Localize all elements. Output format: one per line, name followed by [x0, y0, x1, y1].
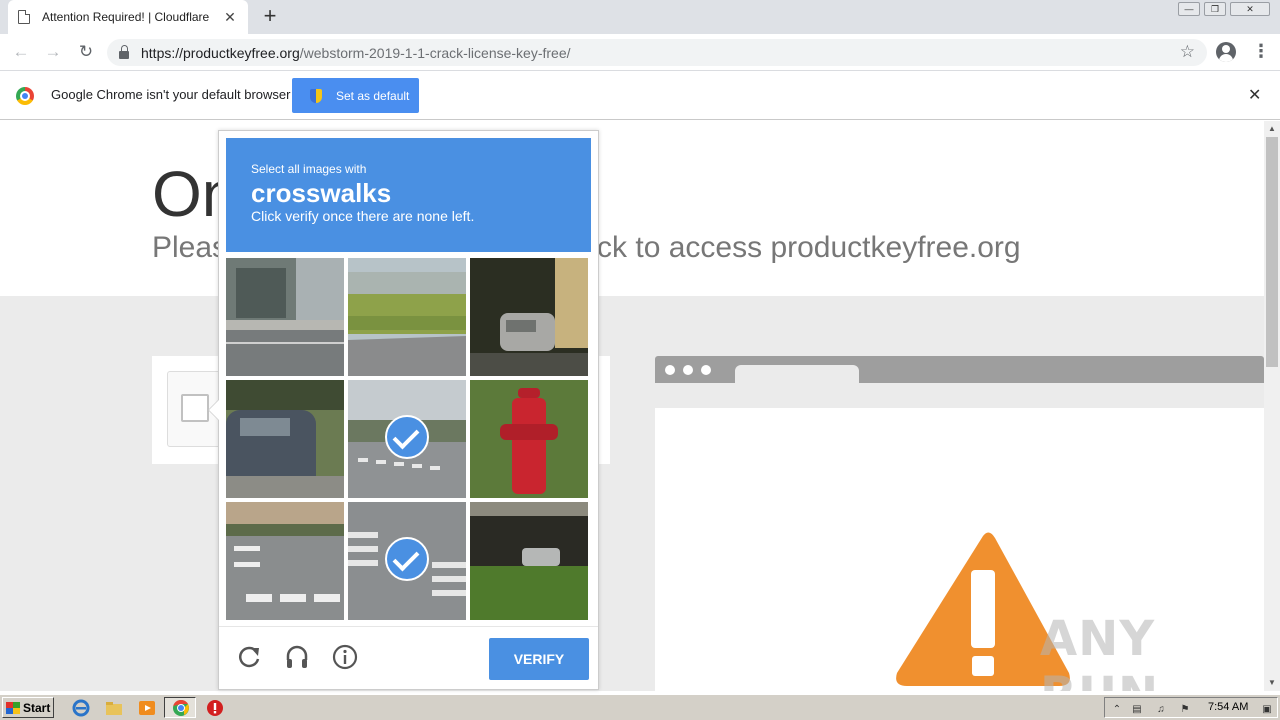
network-icon[interactable]: ▤ [1131, 704, 1143, 716]
minimize-button[interactable]: — [1178, 2, 1200, 16]
subline-left: Pleas [152, 231, 228, 264]
url-host: https://productkeyfree.org [141, 44, 300, 61]
illustration-tab [735, 365, 859, 383]
tab-title: Attention Required! | Cloudflare [42, 10, 210, 24]
window-controls: — ❐ ✕ [1178, 2, 1270, 16]
challenge-footer: VERIFY [219, 626, 598, 689]
windows-taskbar: Start ⌃ ▤ ♫ ⚑ ▣ 7:54 AM [0, 694, 1280, 720]
volume-icon[interactable]: ♫ [1155, 704, 1167, 716]
bookmark-star-icon[interactable]: ☆ [1180, 42, 1195, 62]
stop-sign-icon[interactable] [206, 699, 224, 717]
illustration-dot [665, 365, 675, 375]
forward-arrow-icon[interactable]: → [43, 42, 63, 62]
scroll-up-icon[interactable]: ▲ [1264, 121, 1280, 137]
reload-challenge-icon[interactable] [236, 644, 262, 670]
media-player-icon[interactable] [138, 699, 156, 717]
menu-dots-icon[interactable]: ⋮ [1252, 42, 1270, 62]
show-desktop-icon[interactable]: ▣ [1261, 704, 1273, 716]
windows-logo-icon [6, 701, 20, 714]
scroll-thumb[interactable] [1266, 137, 1278, 367]
tab-close-icon[interactable]: ✕ [222, 9, 238, 26]
tray-expand-icon[interactable]: ⌃ [1111, 704, 1123, 716]
address-bar[interactable]: https://productkeyfree.org/webstorm-2019… [107, 39, 1207, 66]
audio-challenge-icon[interactable] [284, 644, 310, 670]
folder-icon[interactable] [105, 699, 123, 717]
set-as-default-button[interactable]: Set as default [292, 78, 419, 113]
challenge-target: crosswalks [251, 178, 392, 208]
subline-right: ck to access productkeyfree.org [597, 231, 1021, 264]
browser-toolbar: ← → ↻ https://productkeyfree.org/webstor… [0, 34, 1280, 71]
anyrun-watermark: ANY RUN [1040, 611, 1158, 691]
dark-car-image [226, 380, 344, 498]
verify-button[interactable]: VERIFY [489, 638, 589, 680]
default-browser-infobar: Google Chrome isn't your default browser… [0, 72, 1280, 120]
storefront-car-image [470, 502, 588, 620]
street-building-image [226, 258, 344, 376]
crosswalk-corner-image [226, 502, 344, 620]
page-scrollbar[interactable]: ▲ ▼ [1264, 121, 1280, 691]
illustration-dot [701, 365, 711, 375]
parked-car-image [470, 258, 588, 376]
image-tile-4[interactable] [226, 380, 344, 498]
url-text[interactable]: https://productkeyfree.org/webstorm-2019… [141, 45, 571, 61]
url-path: /webstorm-2019-1-1-crack-license-key-fre… [299, 44, 571, 61]
new-tab-button[interactable]: + [260, 5, 280, 27]
infobar-message: Google Chrome isn't your default browser [51, 87, 291, 102]
captcha-checkbox[interactable] [181, 394, 209, 422]
browser-tab[interactable]: Attention Required! | Cloudflare ✕ [8, 0, 248, 34]
start-button[interactable]: Start [2, 697, 54, 718]
image-tile-8[interactable] [348, 502, 466, 620]
image-tile-9[interactable] [470, 502, 588, 620]
chrome-taskbar-icon [173, 699, 189, 716]
infobar-close-icon[interactable]: ✕ [1248, 85, 1261, 105]
chrome-logo-icon [16, 87, 34, 105]
page-content: On Pleas ck to access productkeyfree.org … [0, 121, 1264, 691]
info-icon[interactable] [332, 644, 358, 670]
image-tile-3[interactable] [470, 258, 588, 376]
lock-icon [119, 44, 129, 59]
image-tile-6[interactable] [470, 380, 588, 498]
system-tray: ⌃ ▤ ♫ ⚑ ▣ [1104, 697, 1278, 718]
selected-check-icon [385, 537, 429, 581]
illustration-titlebar [655, 356, 1264, 383]
page-header-area: On Pleas ck to access productkeyfree.org [0, 121, 1264, 296]
challenge-image-grid [226, 258, 591, 622]
profile-icon[interactable] [1216, 42, 1236, 62]
tab-strip: Attention Required! | Cloudflare ✕ + — ❐… [0, 0, 1280, 34]
fire-hydrant-image [470, 380, 588, 498]
shield-icon [310, 88, 322, 103]
flag-icon[interactable]: ⚑ [1179, 704, 1191, 716]
restore-button[interactable]: ❐ [1204, 2, 1226, 16]
scroll-down-icon[interactable]: ▼ [1264, 675, 1280, 691]
set-as-default-label: Set as default [336, 88, 410, 103]
challenge-pointer [208, 399, 219, 421]
window-close-button[interactable]: ✕ [1230, 2, 1270, 16]
reload-icon[interactable]: ↻ [76, 42, 96, 62]
field-road-image [348, 258, 466, 376]
image-tile-1[interactable] [226, 258, 344, 376]
page-icon [18, 10, 30, 24]
chrome-taskbar-button[interactable] [164, 697, 196, 718]
challenge-header: Select all images with crosswalks Click … [226, 138, 591, 252]
taskbar-clock: 7:54 AM [1208, 701, 1249, 713]
challenge-subinstruction: Click verify once there are none left. [251, 208, 475, 224]
image-tile-2[interactable] [348, 258, 466, 376]
image-tile-7[interactable] [226, 502, 344, 620]
back-arrow-icon[interactable]: ← [11, 42, 31, 62]
start-label: Start [23, 700, 51, 715]
internet-explorer-icon[interactable] [72, 699, 90, 717]
illustration-dot [683, 365, 693, 375]
image-tile-5[interactable] [348, 380, 466, 498]
selected-check-icon [385, 415, 429, 459]
recaptcha-challenge: Select all images with crosswalks Click … [208, 130, 599, 690]
challenge-instruction: Select all images with [251, 162, 367, 176]
